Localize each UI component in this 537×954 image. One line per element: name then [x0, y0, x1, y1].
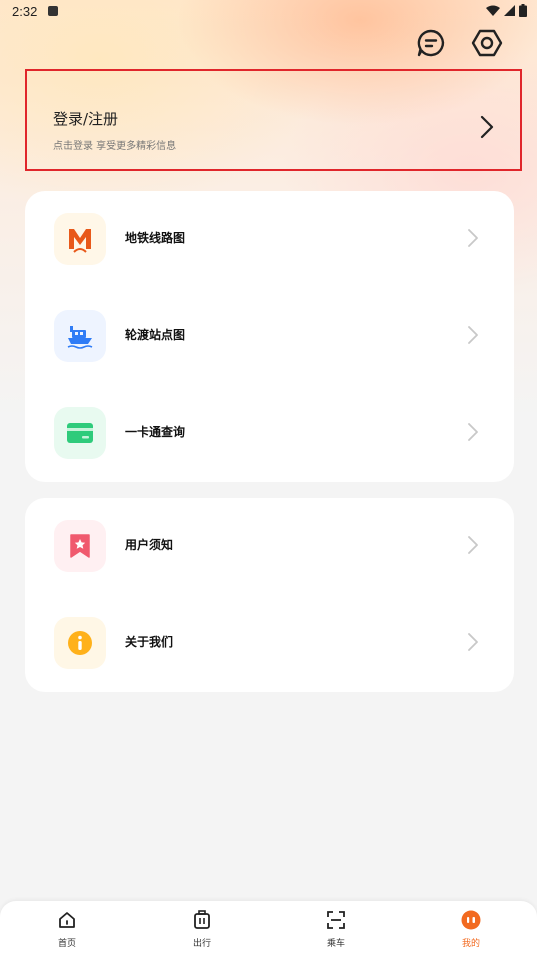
status-time: 2:32 [12, 4, 38, 19]
battery-icon [519, 4, 527, 17]
notice-icon-container [54, 520, 106, 572]
notification-icon [48, 6, 58, 16]
chevron-right-icon [468, 536, 478, 554]
menu-label: 关于我们 [125, 635, 174, 649]
menu-label: 一卡通查询 [125, 425, 186, 439]
profile-icon [461, 910, 481, 930]
chevron-right-icon [468, 229, 478, 247]
message-icon [417, 29, 445, 57]
nav-label: 出行 [192, 939, 211, 949]
login-subtitle: 点击登录 享受更多精彩信息 [53, 141, 177, 152]
card-icon-container [54, 407, 106, 459]
metro-logo-icon [69, 229, 91, 253]
nav-label: 我的 [461, 939, 480, 949]
nav-tab-travel[interactable]: 出行 [172, 901, 232, 954]
signal-icon [504, 5, 515, 16]
message-button[interactable] [414, 26, 448, 60]
nav-tab-mine[interactable]: 我的 [441, 901, 501, 954]
login-title: 登录/注册 [53, 110, 119, 128]
metro-icon-container [54, 213, 106, 265]
menu-item-user-notice[interactable]: 用户须知 [25, 498, 514, 594]
chevron-right-icon [468, 326, 478, 344]
chevron-right-icon [468, 423, 478, 441]
menu-card-services: 地铁线路图 轮渡站点图 一卡通查询 [25, 191, 514, 482]
bookmark-star-icon [70, 534, 90, 558]
menu-item-metro-map[interactable]: 地铁线路图 [25, 191, 514, 287]
home-icon [57, 910, 77, 930]
info-icon [68, 631, 92, 655]
nav-label: 乘车 [326, 939, 345, 949]
ferry-icon-container [54, 310, 106, 362]
wifi-icon [486, 5, 500, 16]
luggage-icon [192, 910, 212, 930]
menu-item-about-us[interactable]: 关于我们 [25, 595, 514, 691]
menu-label: 地铁线路图 [125, 231, 186, 245]
chevron-right-icon [480, 115, 494, 139]
status-icons [486, 4, 527, 17]
menu-label: 轮渡站点图 [125, 328, 186, 342]
nav-tab-ride[interactable]: 乘车 [306, 901, 366, 954]
ferry-icon [67, 326, 93, 349]
login-card[interactable]: 登录/注册 点击登录 享受更多精彩信息 [25, 69, 522, 171]
settings-button[interactable] [470, 26, 504, 60]
status-bar: 2:32 [0, 0, 537, 24]
nav-tab-home[interactable]: 首页 [37, 901, 97, 954]
about-icon-container [54, 617, 106, 669]
menu-item-card-query[interactable]: 一卡通查询 [25, 385, 514, 481]
menu-item-ferry-map[interactable]: 轮渡站点图 [25, 288, 514, 384]
chevron-right-icon [468, 633, 478, 651]
menu-card-info: 用户须知 关于我们 [25, 498, 514, 692]
scan-icon [326, 910, 346, 930]
settings-gear-icon [471, 29, 503, 57]
menu-label: 用户须知 [125, 538, 174, 552]
nav-label: 首页 [57, 939, 76, 949]
bottom-navigation: 首页 出行 乘车 我的 [0, 901, 537, 954]
card-icon [67, 423, 93, 443]
